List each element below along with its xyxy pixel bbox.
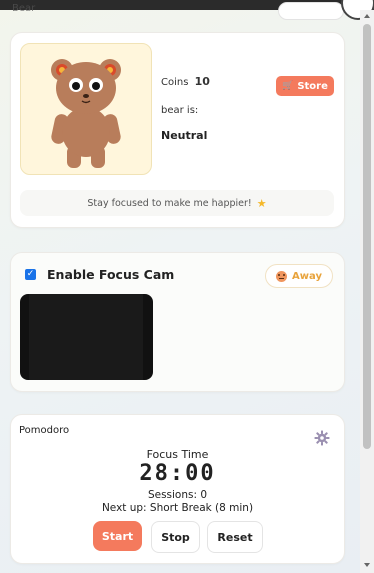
coins-label: Coins: [161, 77, 189, 88]
pomodoro-title: Pomodoro: [19, 425, 70, 436]
scroll-down-arrow-icon[interactable]: [364, 563, 370, 567]
bear-mood: Neutral: [161, 129, 208, 142]
sad-face-icon: [276, 270, 288, 282]
coins-display: Coins 10: [161, 75, 210, 88]
scroll-up-arrow-icon[interactable]: [364, 14, 370, 18]
focus-cam-label: Enable Focus Cam: [47, 267, 175, 282]
pomodoro-card: Pomodoro Focus Time 28:00 Sessions: 0 Ne…: [10, 414, 345, 564]
next-up-text: Next up: Short Break (8 min): [101, 502, 254, 514]
scrollbar-thumb[interactable]: [363, 24, 371, 449]
cart-icon: 🛒: [282, 81, 294, 91]
bear-avatar-box: [20, 43, 152, 175]
timer-mode-label: Focus Time: [146, 448, 209, 461]
start-button[interactable]: Start: [93, 521, 142, 551]
away-status-badge: Away: [265, 264, 333, 288]
bear-is-label: bear is:: [161, 105, 199, 116]
motivation-banner: Stay focused to make me happier! ★: [20, 190, 334, 216]
bear-card: Coins 10 🛒 Store bear is: Neutral Stay f…: [10, 32, 345, 228]
store-button[interactable]: 🛒 Store: [276, 76, 334, 96]
motivation-text: Stay focused to make me happier!: [87, 197, 252, 209]
focus-cam-checkbox[interactable]: ✓: [25, 269, 36, 280]
timer-display: 28:00: [139, 461, 216, 486]
focus-cam-video: [20, 294, 153, 380]
star-icon: ★: [256, 196, 267, 210]
sessions-count: Sessions: 0: [147, 489, 208, 501]
reset-button[interactable]: Reset: [207, 521, 263, 553]
store-button-label: Store: [297, 80, 328, 92]
away-status-label: Away: [292, 270, 322, 282]
bear-icon: [51, 59, 121, 168]
coins-value: 10: [194, 75, 210, 88]
stop-button[interactable]: Stop: [151, 521, 200, 553]
app-title: Bear: [12, 3, 36, 14]
top-pill-button[interactable]: [278, 2, 344, 20]
focus-cam-frame: [29, 294, 143, 380]
focus-cam-card: ✓ Enable Focus Cam Away: [10, 252, 345, 392]
settings-gear-icon[interactable]: [314, 430, 330, 446]
